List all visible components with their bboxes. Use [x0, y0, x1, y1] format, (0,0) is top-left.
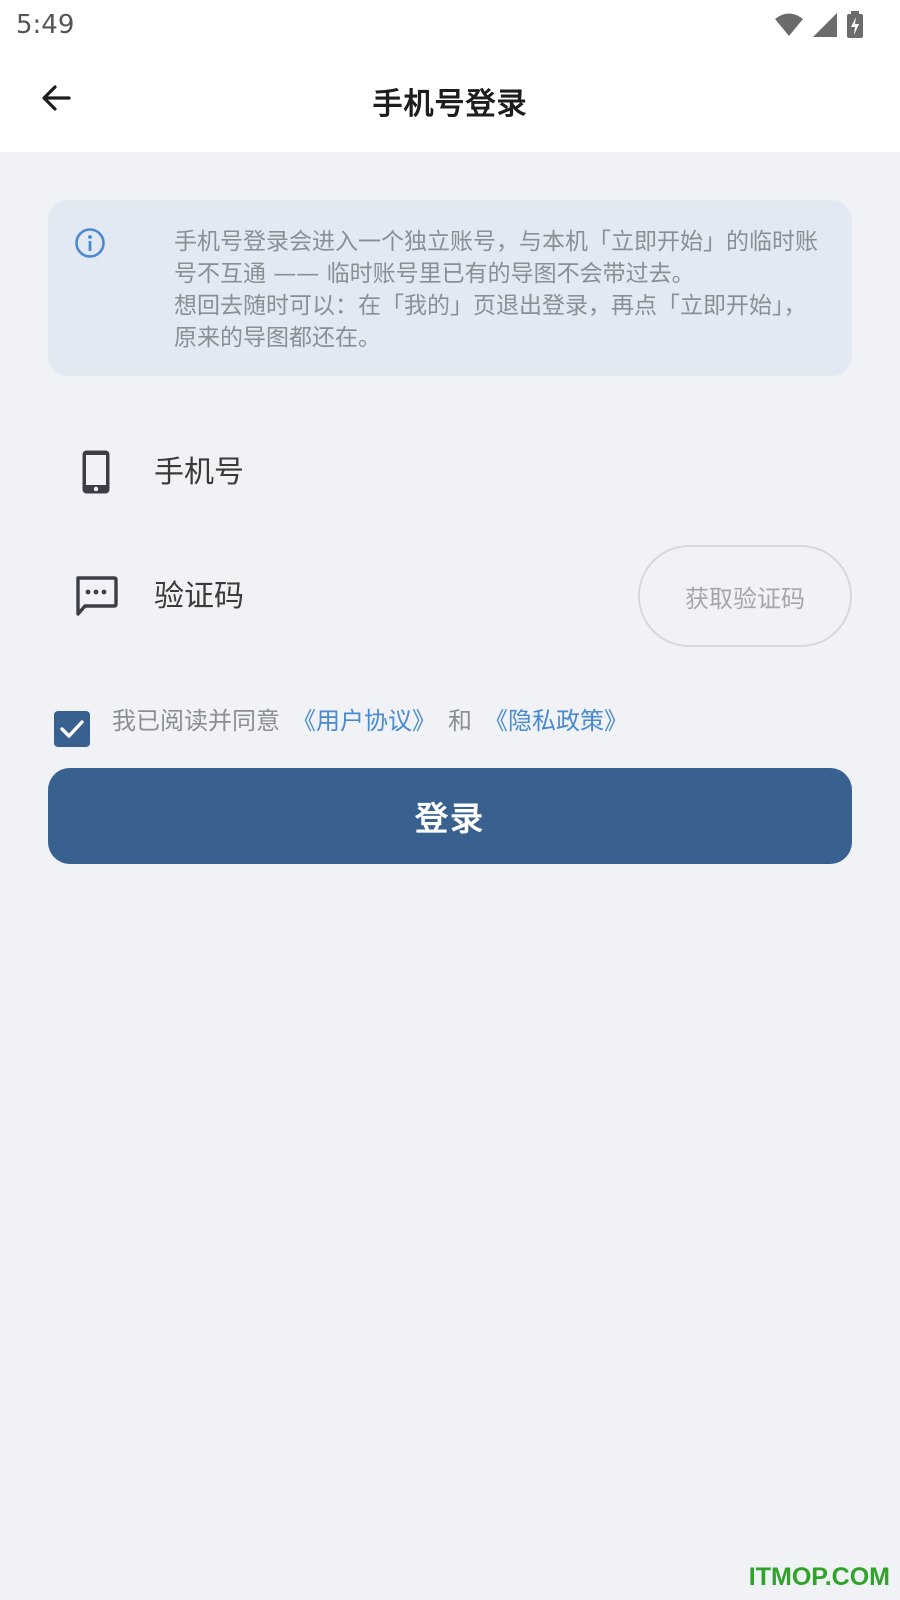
arrow-left-icon [42, 85, 71, 111]
agreement-prefix: 我已阅读并同意 [112, 706, 280, 735]
watermark: ITMOP.COM [748, 1563, 890, 1591]
check-icon [60, 720, 84, 738]
agree-checkbox[interactable] [54, 711, 90, 747]
status-icons [774, 11, 864, 39]
info-icon [75, 228, 105, 258]
smartphone-icon [82, 450, 110, 494]
back-button[interactable] [30, 72, 82, 124]
login-button[interactable]: 登录 [48, 768, 852, 864]
code-input[interactable] [154, 566, 638, 626]
phone-input[interactable] [154, 442, 852, 502]
message-dots-icon [76, 576, 118, 616]
battery-charging-icon [847, 11, 863, 38]
wifi-icon [775, 13, 803, 36]
agreement-text: 我已阅读并同意 《用户协议》 和 《隐私政策》 [112, 701, 628, 736]
field-icon-wrap [48, 575, 144, 617]
notice-text-line2: 想回去随时可以：在「我的」页退出登录，再点「立即开始」，原来的导图都还在。 [174, 293, 807, 351]
status-time: 5:49 [16, 10, 75, 40]
get-code-button[interactable]: 获取验证码 [638, 545, 852, 647]
agreement-and: 和 [448, 706, 472, 735]
user-agreement-link[interactable]: 《用户协议》 [292, 701, 436, 736]
page-title: 手机号登录 [372, 87, 528, 122]
info-notice: 手机号登录会进入一个独立账号，与本机「立即开始」的临时账号不互通 —— 临时账号… [48, 200, 852, 376]
notice-text-line1: 手机号登录会进入一个独立账号，与本机「立即开始」的临时账号不互通 —— 临时账号… [174, 229, 818, 287]
agreement-row: 我已阅读并同意 《用户协议》 和 《隐私政策》 [54, 698, 834, 747]
privacy-policy-link[interactable]: 《隐私政策》 [484, 701, 628, 736]
app-bar: 手机号登录 [0, 50, 900, 152]
code-field-row: 获取验证码 [48, 544, 852, 648]
phone-field-row [48, 420, 852, 524]
field-icon-wrap [48, 449, 144, 495]
status-bar: 5:49 [0, 0, 900, 50]
signal-icon [813, 13, 837, 37]
